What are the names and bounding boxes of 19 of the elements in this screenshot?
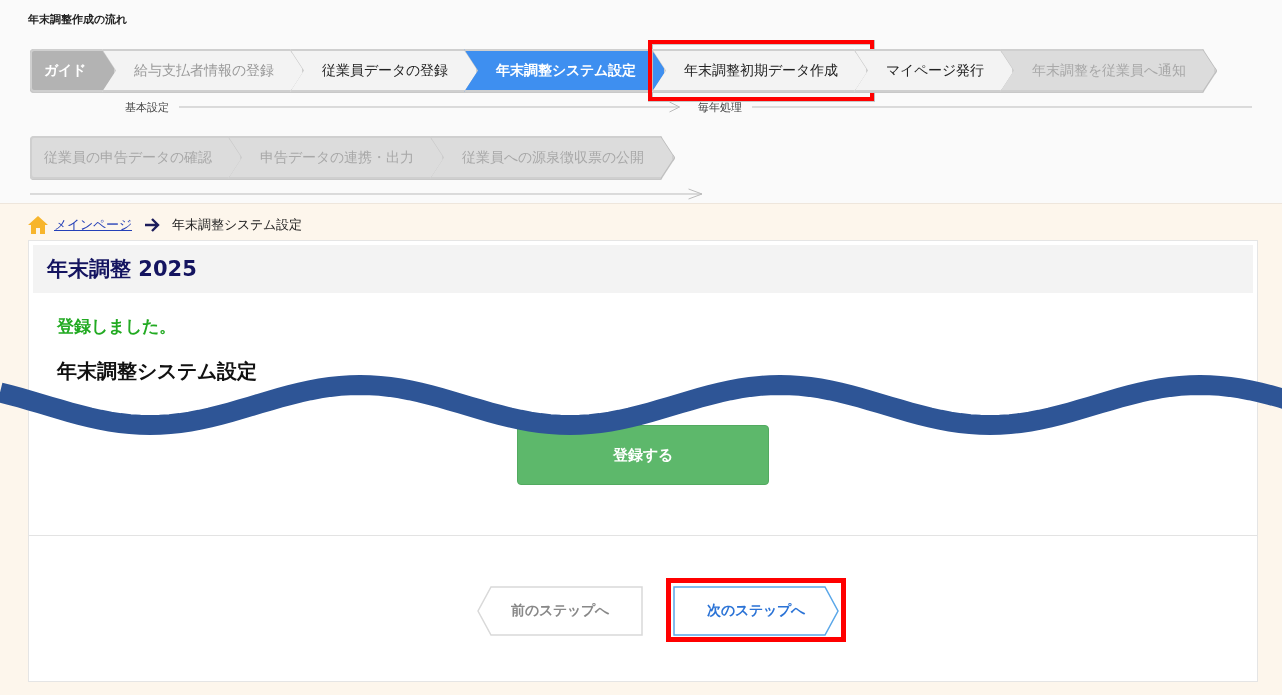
step-tab[interactable]: ガイド: [30, 49, 116, 92]
step-tab[interactable]: 従業員データの登録: [290, 49, 478, 92]
step-tab[interactable]: 年末調整システム設定: [464, 49, 666, 92]
step-tab[interactable]: マイページ発行: [854, 49, 1014, 92]
breadcrumb-current: 年末調整システム設定: [172, 216, 302, 234]
previous-step-button[interactable]: 前のステップへ: [477, 586, 643, 636]
card-title: 年末調整 2025: [47, 256, 197, 283]
arrow-icon: [144, 218, 160, 232]
phase-label: 毎年処理: [697, 99, 742, 115]
success-message: 登録しました。: [57, 315, 177, 338]
flow-title: 年末調整作成の流れ: [28, 12, 127, 27]
section-heading: 年末調整システム設定: [57, 358, 258, 385]
next-step-button[interactable]: 次のステップへ: [673, 586, 839, 636]
home-icon: [28, 216, 48, 234]
step-tab[interactable]: 年末調整初期データ作成: [652, 49, 868, 92]
register-button[interactable]: 登録する: [517, 425, 769, 485]
breadcrumb-link[interactable]: メインページ: [54, 216, 132, 234]
step-tab[interactable]: 給与支払者情報の登録: [102, 49, 304, 92]
phase-label: 基本設定: [125, 99, 169, 115]
